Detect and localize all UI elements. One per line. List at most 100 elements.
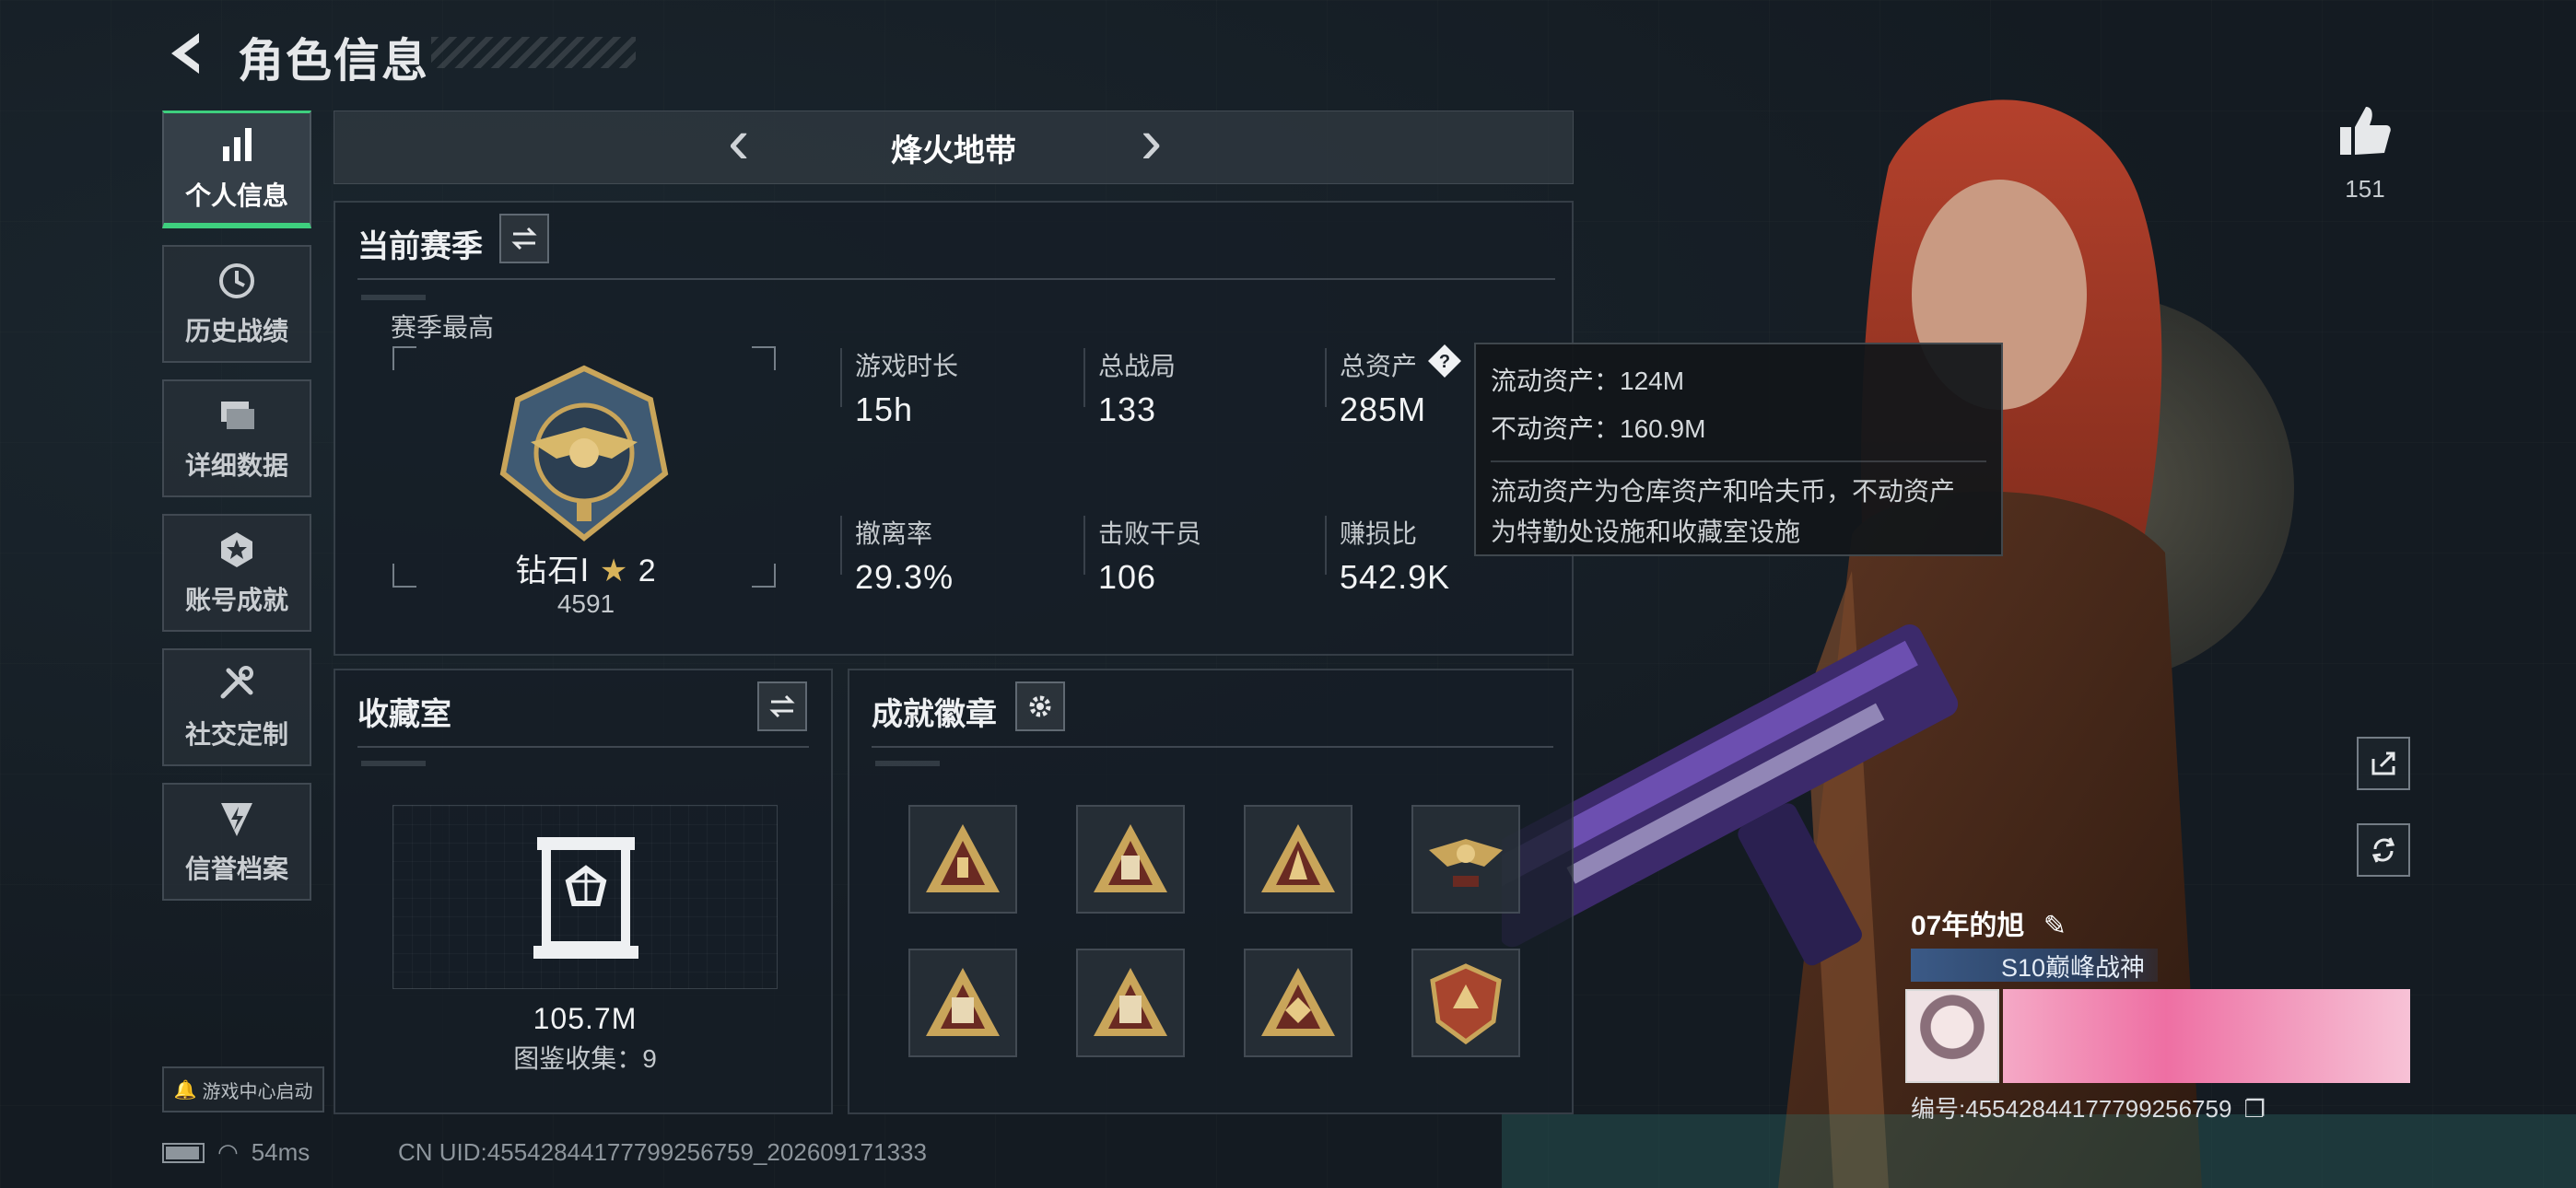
pyramid-badge-icon	[926, 824, 1000, 892]
status-bar: ◠ 54ms	[162, 1138, 310, 1167]
tab-next-arrow-icon[interactable]: ›	[1141, 109, 1162, 173]
folder-stack-icon	[221, 402, 254, 429]
tooltip-fixed-assets: 不动资产：160.9M	[1491, 414, 1706, 443]
bell-icon: 🔔	[173, 1079, 197, 1101]
star-icon: ★	[599, 553, 629, 588]
stat-value-extract-rate: 29.3%	[855, 558, 954, 596]
sidebar-item-reputation[interactable]: 信誉档案	[162, 783, 311, 901]
frame-corner	[392, 564, 416, 588]
sidebar-item-personal-info[interactable]: 个人信息	[162, 111, 311, 228]
assets-help-icon[interactable]: ?	[1426, 343, 1463, 379]
shield-lightning-icon	[221, 803, 252, 836]
frame-corner	[752, 564, 776, 588]
sidebar-item-label: 社交定制	[184, 720, 288, 749]
edit-pencil-icon[interactable]: ✎	[2043, 911, 2067, 941]
tab-prev-arrow-icon[interactable]: ‹	[728, 109, 749, 173]
sidebar-item-achievements[interactable]: 账号成就	[162, 514, 311, 632]
player-title-banner: S10巅峰战神	[1911, 949, 2158, 982]
stat-value-kills: 106	[1098, 558, 1157, 596]
collection-value: 105.7M	[533, 1002, 638, 1035]
player-name: 07年的旭	[1911, 911, 2025, 941]
season-title: 当前赛季	[357, 229, 483, 264]
mode-tab-title: 烽火地带	[891, 134, 1016, 169]
collection-title: 收藏室	[357, 697, 451, 732]
achievement-badge[interactable]	[1076, 949, 1185, 1057]
decor-tag	[361, 761, 426, 766]
refresh-button[interactable]	[2357, 823, 2410, 877]
page-title: 角色信息	[238, 35, 429, 87]
game-center-launch-button[interactable]: 🔔 游戏中心启动	[162, 1066, 324, 1112]
share-icon	[2371, 751, 2395, 775]
achievement-badge[interactable]	[1244, 949, 1352, 1057]
avatar[interactable]	[1905, 989, 1999, 1083]
like-count: 151	[2345, 175, 2385, 203]
season-best-label: 赛季最高	[391, 313, 495, 342]
collection-count: 图鉴收集：9	[513, 1044, 657, 1073]
frame-corner	[752, 346, 776, 370]
wifi-icon: ◠	[217, 1138, 239, 1166]
pyramid-badge-icon	[1094, 968, 1167, 1036]
rank-stars: 2	[638, 553, 657, 588]
stat-label-playtime: 游戏时长	[855, 352, 959, 380]
assets-tooltip: 流动资产：124M 不动资产：160.9M 流动资产为仓库资产和哈夫币，不动资产…	[1474, 343, 2003, 556]
tooltip-desc-1: 流动资产为仓库资产和哈夫币，不动资产	[1491, 477, 1956, 506]
stat-separator	[1083, 348, 1085, 407]
season-divider	[357, 278, 1555, 280]
swap-arrows-icon	[511, 227, 537, 250]
wrench-tools-icon	[220, 666, 253, 699]
stat-label-total-matches: 总战局	[1098, 352, 1177, 380]
stat-value-total-assets: 285M	[1340, 390, 1427, 428]
achievement-badge[interactable]	[908, 805, 1017, 914]
eagle-badge-icon	[1429, 839, 1503, 887]
history-clock-icon	[219, 263, 254, 298]
achievement-badge[interactable]	[908, 949, 1017, 1057]
title-decoration	[431, 37, 636, 68]
sidebar-item-history[interactable]: 历史战绩	[162, 245, 311, 363]
achievement-badge[interactable]	[1411, 949, 1520, 1057]
achievement-medal-icon	[221, 532, 252, 567]
collection-divider	[357, 746, 809, 748]
season-switch-button[interactable]	[499, 214, 549, 263]
badges-divider	[872, 746, 1553, 748]
decor-tag	[875, 761, 940, 766]
profile-banner	[2003, 989, 2410, 1083]
sidebar-item-label: 个人信息	[184, 181, 288, 210]
battery-icon	[162, 1142, 205, 1163]
sidebar-item-detailed-data[interactable]: 详细数据	[162, 379, 311, 497]
svg-text:?: ?	[1439, 352, 1450, 372]
stat-label-kills: 击败干员	[1098, 519, 1202, 548]
rank-name: 钻石Ⅰ	[515, 553, 591, 588]
copy-icon[interactable]: ❐	[2244, 1095, 2266, 1123]
pyramid-badge-icon	[1094, 824, 1167, 892]
player-name-row: 07年的旭 ✎	[1911, 903, 2067, 943]
stat-separator	[1083, 516, 1085, 575]
sidebar-item-label: 账号成就	[184, 586, 288, 614]
sidebar-item-label: 信誉档案	[184, 855, 288, 883]
stat-label-extract-rate: 撤离率	[855, 519, 933, 548]
sidebar-item-social[interactable]: 社交定制	[162, 648, 311, 766]
diamond-rank-emblem-icon	[499, 365, 669, 542]
stat-label-total-assets: 总资产	[1340, 352, 1418, 380]
bar-chart-icon	[223, 127, 252, 161]
collection-switch-button[interactable]	[757, 681, 807, 731]
display-case-icon	[533, 837, 638, 959]
back-arrow-icon[interactable]	[162, 28, 214, 79]
share-button[interactable]	[2357, 737, 2410, 790]
badges-settings-button[interactable]	[1015, 681, 1065, 731]
gear-icon	[1029, 695, 1051, 717]
tooltip-divider	[1491, 460, 1986, 462]
pyramid-badge-icon	[926, 968, 1000, 1036]
rank-points: 4591	[556, 589, 615, 618]
frame-corner	[392, 346, 416, 370]
thumbs-up-icon[interactable]	[2336, 103, 2394, 160]
stat-value-profit-ratio: 542.9K	[1340, 558, 1451, 596]
achievement-badge[interactable]	[1244, 805, 1352, 914]
stat-value-total-matches: 133	[1098, 390, 1157, 428]
tooltip-desc-2: 为特勤处设施和收藏室设施	[1491, 518, 1801, 546]
collection-display[interactable]	[392, 805, 778, 989]
stat-separator	[840, 516, 842, 575]
player-uid-row: 编号:4554284417779925675​9 ❐	[1911, 1090, 2266, 1124]
achievement-badge[interactable]	[1076, 805, 1185, 914]
achievement-badge[interactable]	[1411, 805, 1520, 914]
pyramid-badge-icon	[1261, 824, 1335, 892]
